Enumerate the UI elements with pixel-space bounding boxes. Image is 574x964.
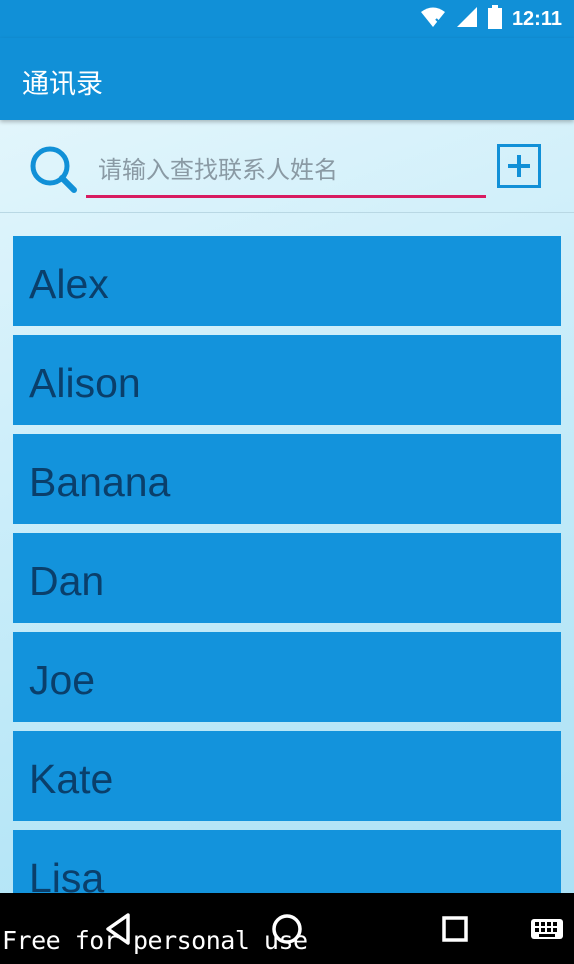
add-contact-button[interactable] bbox=[497, 144, 541, 188]
contact-item-dan[interactable]: Dan bbox=[13, 533, 561, 623]
contact-name: Joe bbox=[29, 657, 96, 703]
signal-icon bbox=[456, 6, 478, 32]
contact-item-kate[interactable]: Kate bbox=[13, 731, 561, 821]
contact-name: Banana bbox=[29, 459, 171, 505]
back-icon bbox=[98, 913, 138, 952]
contact-name: Lisa bbox=[29, 855, 105, 893]
contact-name: Dan bbox=[29, 558, 105, 604]
contact-item-joe[interactable]: Joe bbox=[13, 632, 561, 722]
contact-item-lisa[interactable]: Lisa bbox=[13, 830, 561, 893]
page-title: 通讯录 bbox=[22, 69, 103, 100]
status-icons: 12:11 bbox=[420, 5, 562, 33]
contact-item-banana[interactable]: Banana bbox=[13, 434, 561, 524]
search-bar bbox=[0, 122, 574, 213]
navigation-bar bbox=[0, 893, 574, 964]
app-bar: 通讯录 bbox=[0, 38, 574, 120]
contact-name: Alison bbox=[29, 360, 141, 406]
contact-name: Kate bbox=[29, 756, 114, 802]
keyboard-button[interactable] bbox=[527, 909, 567, 949]
status-time: 12:11 bbox=[511, 7, 562, 30]
search-icon bbox=[28, 144, 80, 196]
contact-list: Alex Alison Banana Dan Joe Kate Lisa bbox=[13, 236, 561, 893]
home-icon bbox=[267, 914, 307, 952]
search-input[interactable] bbox=[86, 144, 486, 198]
contact-item-alex[interactable]: Alex bbox=[13, 236, 561, 326]
contact-name: Alex bbox=[29, 261, 109, 307]
keyboard-icon bbox=[527, 919, 567, 952]
home-button[interactable] bbox=[267, 909, 307, 949]
wifi-icon bbox=[420, 6, 446, 32]
battery-icon bbox=[487, 5, 502, 33]
contact-item-alison[interactable]: Alison bbox=[13, 335, 561, 425]
recents-button[interactable] bbox=[435, 909, 475, 949]
recents-icon bbox=[435, 916, 475, 952]
status-bar: 12:11 bbox=[0, 0, 574, 38]
back-button[interactable] bbox=[98, 909, 138, 949]
plus-icon bbox=[500, 155, 538, 188]
